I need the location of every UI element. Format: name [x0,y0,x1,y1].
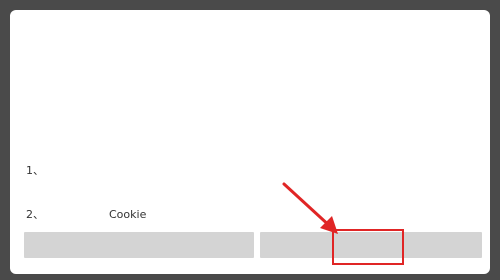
list-item-number: 1、 [26,164,44,177]
privacy-policy-dialog: 1、 2、 Cookie [10,10,490,274]
pointer-arrow-icon [282,182,338,234]
dialog-title [10,46,490,64]
list-item-number: 2、 [26,208,44,221]
list-item: 2、 Cookie [26,206,180,222]
list-item-cookie-term: Cookie [109,207,147,221]
privacy-intro-paragraph [26,92,472,146]
refuse-button[interactable] [24,232,254,258]
list-item: 1、 [26,162,44,178]
